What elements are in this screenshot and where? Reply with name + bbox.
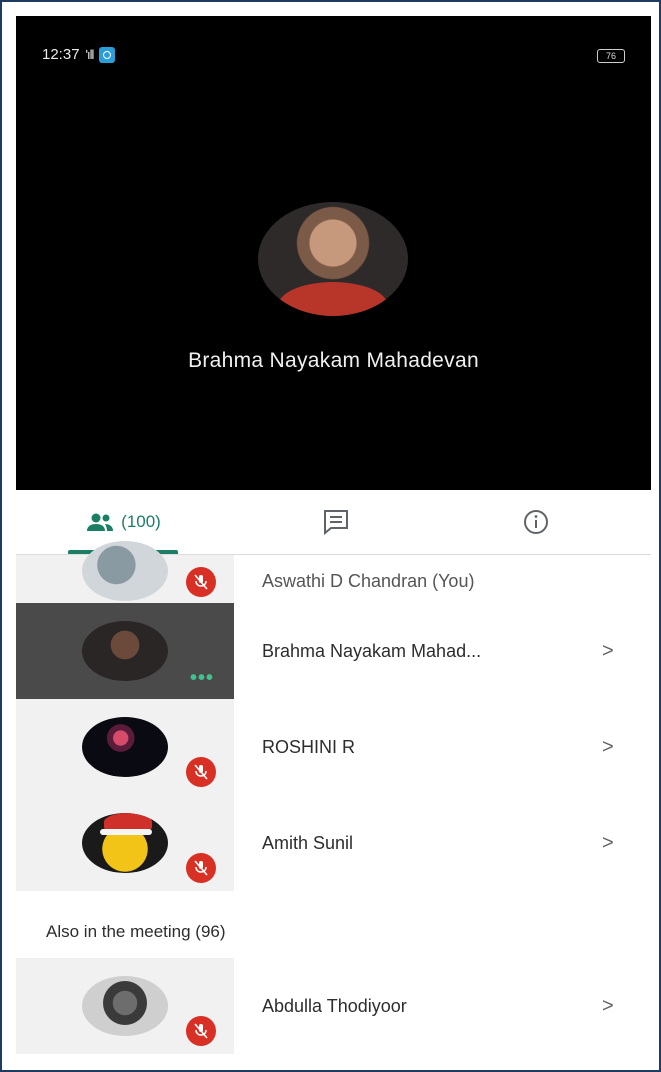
participant-thumb: [16, 958, 234, 1054]
speaker-name: Brahma Nayakam Mahadevan: [188, 349, 479, 372]
participant-thumb: [16, 541, 234, 603]
participant-name: Abdulla Thodiyoor: [262, 996, 407, 1016]
list-item[interactable]: Amith Sunil >: [16, 795, 651, 891]
chevron-right-icon[interactable]: >: [602, 958, 614, 1054]
meet-app: 12:37 'ıll 76 Brahma Nayakam Mahadevan (…: [16, 16, 651, 1070]
participant-name: Amith Sunil: [262, 833, 354, 853]
avatar: [82, 541, 168, 601]
chevron-right-icon[interactable]: >: [602, 699, 614, 795]
list-item[interactable]: ••• Brahma Nayakam Mahad... >: [16, 603, 651, 699]
tab-info[interactable]: [506, 490, 566, 554]
participant-name: Brahma Nayakam Mahad...: [262, 641, 482, 661]
avatar: [82, 717, 168, 777]
chevron-right-icon[interactable]: >: [602, 795, 614, 891]
mic-off-icon: [186, 853, 216, 883]
screenshot-frame: 12:37 'ıll 76 Brahma Nayakam Mahadevan (…: [0, 0, 661, 1072]
info-icon: [524, 510, 548, 534]
participant-name: ROSHINI R: [262, 737, 356, 757]
status-bar: 12:37 'ıll: [42, 46, 116, 63]
mic-off-icon: [186, 757, 216, 787]
people-count: (100): [121, 512, 161, 531]
app-notification-icon: [99, 46, 116, 63]
list-item[interactable]: ROSHINI R >: [16, 699, 651, 795]
mic-off-icon: [186, 567, 216, 597]
more-dots-icon: •••: [190, 667, 215, 689]
participant-thumb: [16, 795, 234, 891]
status-time: 12:37: [42, 46, 80, 63]
participant-thumb: •••: [16, 603, 234, 699]
participant-thumb: [16, 699, 234, 795]
list-item[interactable]: Aswathi D Chandran (You): [16, 541, 651, 603]
speaker-avatar: [258, 202, 408, 316]
signal-icon: 'ıll: [85, 47, 95, 62]
section-header: Also in the meeting (96): [46, 922, 226, 941]
people-icon: [87, 513, 114, 531]
chevron-right-icon[interactable]: >: [602, 603, 614, 699]
avatar: [82, 813, 168, 873]
list-item[interactable]: Abdulla Thodiyoor >: [16, 958, 651, 1054]
mic-off-icon: [186, 1016, 216, 1046]
active-speaker-video[interactable]: 12:37 'ıll 76 Brahma Nayakam Mahadevan: [16, 16, 651, 490]
avatar: [82, 976, 168, 1036]
avatar: [82, 621, 168, 681]
battery-icon: 76: [597, 49, 625, 63]
chat-icon: [324, 510, 348, 536]
